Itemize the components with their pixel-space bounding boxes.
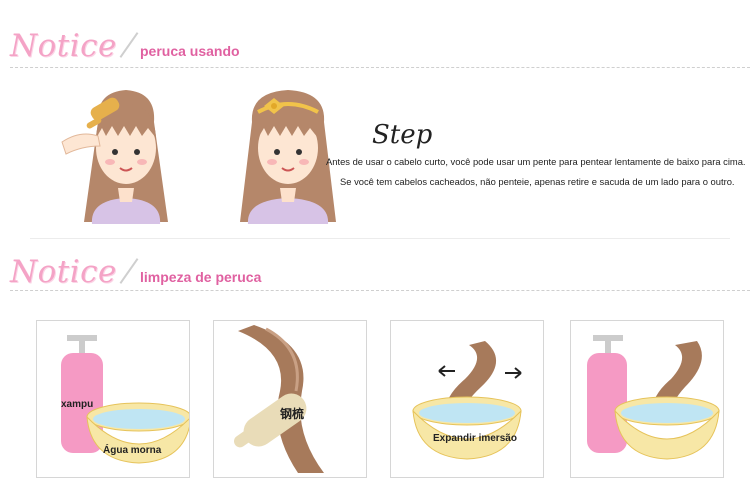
rinse-illustration — [587, 335, 720, 460]
soak-bowl-illustration — [412, 341, 522, 460]
hair-comb-illustration — [233, 325, 324, 473]
panel-rinse — [570, 320, 724, 478]
notice-header-cleaning: Notice limpeza de peruca — [10, 254, 750, 294]
step-instruction-1: Antes de usar o cabelo curto, você pode … — [326, 156, 746, 167]
comb-label: 钢梳 — [280, 407, 305, 421]
bowl-label: Expandir imersão — [433, 433, 517, 444]
panel-soak: Expandir imersão — [390, 320, 544, 478]
notice-title: Notice — [10, 28, 117, 64]
panel-shampoo-water: xampu Água morna — [36, 320, 190, 478]
section-label-cleaning: limpeza de peruca — [140, 269, 262, 285]
notice-header-usage: Notice peruca usando — [10, 28, 750, 68]
notice-title: Notice — [10, 254, 117, 290]
section-label-usage: peruca usando — [140, 43, 240, 59]
panel-comb: 钢梳 — [213, 320, 367, 478]
dotted-divider — [10, 67, 750, 68]
step-title: Step — [372, 120, 433, 150]
step-instruction-2: Se você tem cabelos cacheados, não pente… — [340, 176, 735, 187]
section-separator — [30, 238, 730, 239]
bowl-label: Água morna — [103, 445, 162, 456]
slash-divider — [119, 32, 139, 58]
bottle-label: xampu — [61, 399, 94, 410]
dotted-divider — [10, 290, 750, 291]
girl-combing-illustration — [61, 90, 168, 224]
slash-divider — [119, 258, 139, 284]
